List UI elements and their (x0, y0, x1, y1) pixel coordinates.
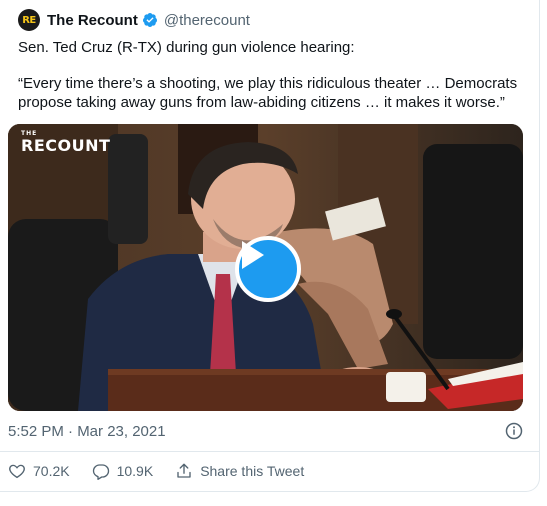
handle[interactable]: @therecount (164, 12, 250, 29)
reply-count: 10.9K (116, 463, 154, 479)
verified-badge-icon (142, 13, 157, 27)
tweet-actions: 70.2K 10.9K Share this Tweet (8, 460, 326, 482)
tweet-card[interactable]: RE The Recount @therecount Sen. Ted Cruz… (0, 0, 540, 492)
display-name[interactable]: The Recount (47, 12, 138, 29)
tweet-text-intro: Sen. Ted Cruz (R-TX) during gun violence… (18, 39, 355, 56)
tweet-header: RE The Recount @therecount (18, 8, 250, 32)
divider (0, 451, 540, 452)
reply-icon (92, 464, 109, 480)
tweet-text: Sen. Ted Cruz (R-TX) during gun violence… (18, 38, 523, 112)
share-icon (177, 463, 191, 478)
tweet-timestamp[interactable]: 5:52 PM · Mar 23, 2021 (8, 423, 166, 440)
share-button[interactable]: Share this Tweet (175, 462, 304, 480)
tweet-text-quote: “Every time there’s a shooting, we play … (18, 75, 518, 111)
play-icon (242, 241, 264, 269)
timestamp-row: 5:52 PM · Mar 23, 2021 (8, 421, 523, 441)
reply-button[interactable]: 10.9K (92, 462, 154, 480)
like-count: 70.2K (33, 463, 70, 479)
avatar[interactable]: RE (18, 9, 40, 31)
recount-watermark: THE RECOUNT (21, 130, 111, 155)
heart-icon (9, 464, 25, 479)
info-icon[interactable] (505, 422, 523, 440)
play-button[interactable] (235, 236, 301, 302)
video-player[interactable]: THE RECOUNT (8, 124, 523, 411)
like-button[interactable]: 70.2K (8, 462, 70, 480)
share-label: Share this Tweet (200, 463, 305, 479)
